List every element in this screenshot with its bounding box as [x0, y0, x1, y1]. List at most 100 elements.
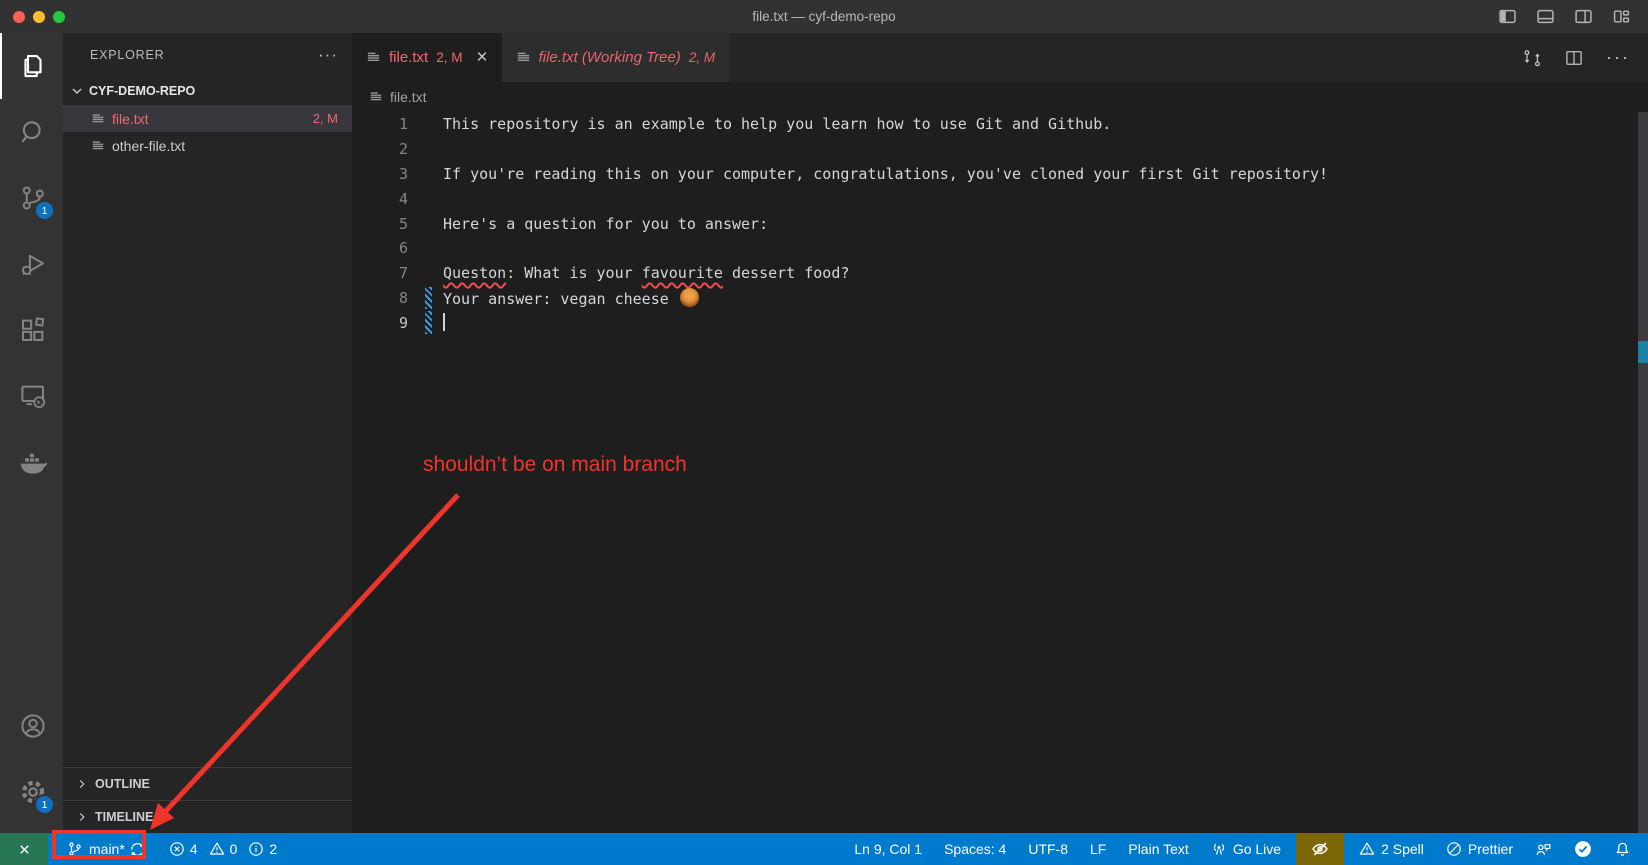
code-line[interactable]: 3 If you're reading this on your computer… [352, 162, 1648, 187]
code-span: If you're reading this on your computer,… [443, 165, 1328, 183]
zoom-window-button[interactable] [53, 11, 65, 23]
tab-problems-badge: 2, M [689, 50, 715, 65]
overview-ruler[interactable] [1638, 112, 1648, 833]
tab-file-txt-working-tree[interactable]: file.txt (Working Tree) 2, M [502, 33, 730, 82]
info-icon [248, 841, 264, 857]
error-icon [169, 841, 185, 857]
activity-explorer[interactable] [0, 33, 63, 99]
toggle-panel-icon[interactable] [1537, 8, 1554, 25]
activity-accounts[interactable] [0, 693, 63, 759]
check-status-button[interactable] [1567, 833, 1599, 865]
misspelled-word: favourite [642, 264, 723, 282]
encoding-status[interactable]: UTF-8 [1021, 833, 1075, 865]
toggle-secondary-sidebar-icon[interactable] [1575, 8, 1592, 25]
tab-label: file.txt (Working Tree) [539, 49, 681, 66]
code-span: dessert food? [723, 264, 849, 282]
prettier-status[interactable]: Prettier [1439, 833, 1520, 865]
explorer-more-actions-icon[interactable]: ··· [318, 45, 338, 65]
line-number: 6 [352, 239, 408, 257]
toggle-sidebar-icon[interactable] [1499, 8, 1516, 25]
slash-circle-icon [1446, 841, 1462, 857]
activity-source-control[interactable]: 1 [0, 165, 63, 231]
spell-problems-status[interactable]: 2 Spell [1352, 833, 1431, 865]
code-span: Your answer: vegan cheese [443, 290, 678, 308]
activity-extensions[interactable] [0, 297, 63, 363]
remote-icon [16, 841, 33, 858]
code-line[interactable]: 2 [352, 137, 1648, 162]
remote-indicator[interactable] [0, 833, 48, 865]
language-mode-status[interactable]: Plain Text [1121, 833, 1195, 865]
breadcrumb[interactable]: file.txt [352, 82, 1648, 112]
file-icon [369, 90, 383, 104]
close-window-button[interactable] [13, 11, 25, 23]
activity-run-debug[interactable] [0, 231, 63, 297]
line-number: 3 [352, 165, 408, 183]
activity-docker[interactable] [0, 429, 63, 495]
open-changes-icon[interactable] [1522, 48, 1542, 68]
gutter [408, 137, 443, 162]
vscode-window: file.txt — cyf-demo-repo 1 [0, 0, 1648, 865]
line-number: 9 [352, 314, 408, 332]
more-actions-icon[interactable]: ··· [1606, 47, 1630, 68]
minimize-window-button[interactable] [33, 11, 45, 23]
modified-overview-marker [1638, 341, 1648, 363]
gutter [408, 112, 443, 137]
code-text: If you're reading this on your computer,… [443, 165, 1328, 183]
settings-badge: 1 [34, 794, 55, 815]
customize-layout-icon[interactable] [1613, 8, 1630, 25]
code-line[interactable]: 8 Your answer: vegan cheese [352, 286, 1648, 311]
activity-remote-explorer[interactable] [0, 363, 63, 429]
account-icon [18, 711, 48, 741]
editor-group: file.txt 2, M × file.txt (Working Tree) … [352, 33, 1648, 833]
gutter [408, 186, 443, 211]
gutter [408, 236, 443, 261]
timeline-section[interactable]: TIMELINE [63, 800, 352, 833]
file-icon [366, 50, 381, 65]
code-line[interactable]: 1This repository is an example to help y… [352, 112, 1648, 137]
file-row-file-txt[interactable]: file.txt 2, M [63, 105, 352, 132]
file-icon [91, 112, 105, 126]
close-tab-icon[interactable]: × [476, 48, 487, 67]
indentation-status[interactable]: Spaces: 4 [937, 833, 1013, 865]
line-number: 8 [352, 289, 408, 307]
code-line[interactable]: 9 [352, 310, 1648, 335]
pie-emoji [680, 288, 699, 307]
warning-count: 0 [230, 841, 238, 857]
tab-file-txt[interactable]: file.txt 2, M × [352, 33, 502, 82]
spell-checker-toggle[interactable] [1296, 833, 1344, 865]
feedback-button[interactable] [1528, 833, 1559, 865]
gutter [408, 310, 443, 335]
code-line[interactable]: 6 [352, 236, 1648, 261]
window-title: file.txt — cyf-demo-repo [0, 9, 1648, 24]
code-line[interactable]: 4 [352, 186, 1648, 211]
activity-settings[interactable]: 1 [0, 759, 63, 825]
code-area[interactable]: 1This repository is an example to help y… [352, 112, 1648, 335]
outline-label: OUTLINE [95, 777, 150, 791]
outline-section[interactable]: OUTLINE [63, 767, 352, 800]
annotation-rectangle [52, 830, 146, 859]
breadcrumb-item: file.txt [390, 89, 427, 105]
split-editor-icon[interactable] [1564, 48, 1584, 68]
file-icon [516, 50, 531, 65]
modified-gutter-indicator [425, 287, 432, 310]
scm-badge: 1 [34, 200, 55, 221]
code-line[interactable]: 5Here's a question for you to answer: [352, 211, 1648, 236]
problems-status[interactable]: 4 0 2 [161, 833, 291, 865]
eol-status[interactable]: LF [1083, 833, 1113, 865]
line-number: 1 [352, 115, 408, 133]
remote-explorer-icon [18, 381, 48, 411]
folder-section-header[interactable]: CYF-DEMO-REPO [63, 77, 352, 105]
go-live-button[interactable]: Go Live [1204, 833, 1288, 865]
code-line[interactable]: 7Queston: What is your favourite dessert… [352, 261, 1648, 286]
file-row-other-file-txt[interactable]: other-file.txt [63, 132, 352, 159]
notifications-button[interactable] [1607, 833, 1638, 865]
chevron-right-icon [75, 810, 89, 824]
code-lines: 1This repository is an example to help y… [352, 112, 1648, 335]
eye-off-icon [1311, 840, 1329, 858]
cursor-position-status[interactable]: Ln 9, Col 1 [847, 833, 929, 865]
info-count: 2 [269, 841, 277, 857]
search-icon [18, 117, 48, 147]
explorer-sidebar: EXPLORER ··· CYF-DEMO-REPO file.txt 2, M… [63, 33, 352, 833]
misspelled-word: Queston [443, 264, 506, 282]
activity-search[interactable] [0, 99, 63, 165]
